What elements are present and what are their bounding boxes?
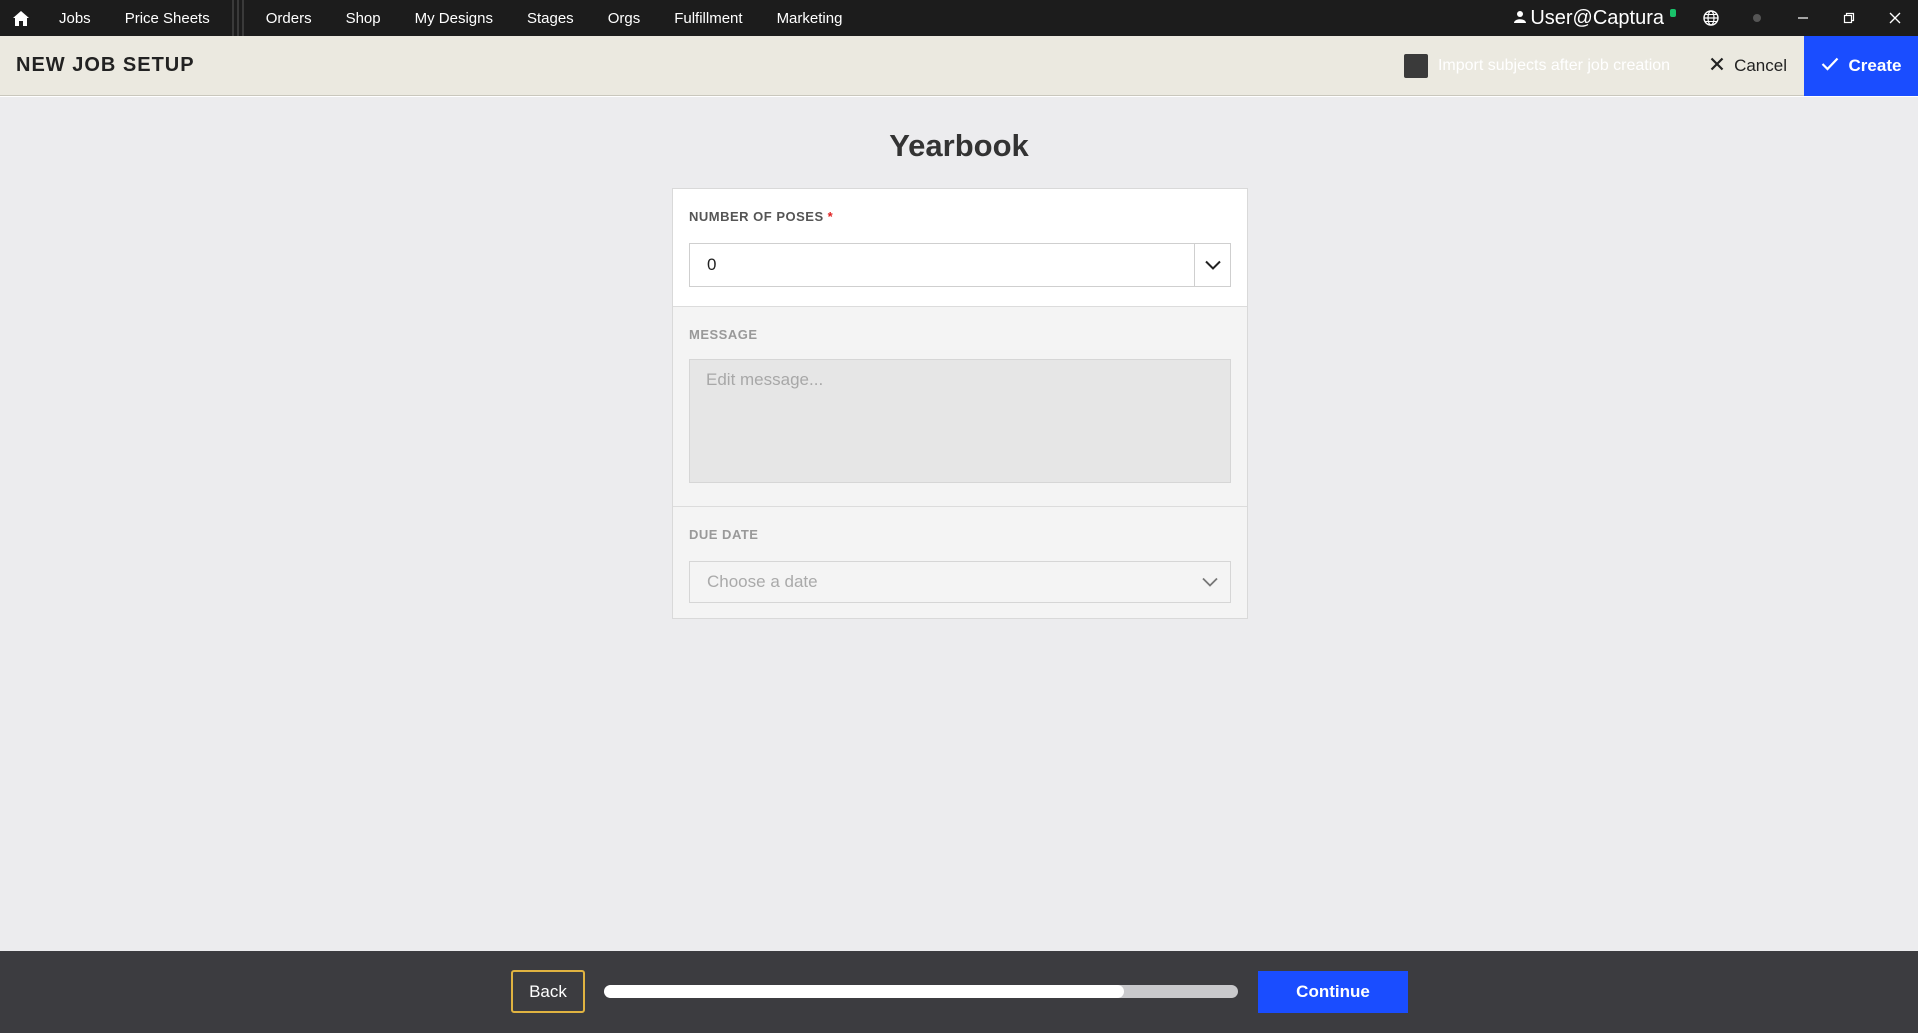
import-subjects-checkbox[interactable] bbox=[1403, 53, 1428, 78]
message-section: MESSAGE bbox=[673, 307, 1247, 507]
nav-stages[interactable]: Stages bbox=[510, 0, 591, 36]
nav-fulfillment[interactable]: Fulfillment bbox=[657, 0, 759, 36]
poses-section: NUMBER OF POSES * 0 bbox=[673, 189, 1247, 307]
nav-marketing[interactable]: Marketing bbox=[760, 0, 860, 36]
page-title: NEW JOB SETUP bbox=[16, 54, 195, 76]
poses-value: 0 bbox=[707, 255, 717, 274]
required-marker: * bbox=[827, 209, 834, 224]
user-menu[interactable]: User@Captura bbox=[1514, 7, 1688, 30]
user-name: User@Captura bbox=[1530, 6, 1664, 29]
check-icon bbox=[1821, 56, 1839, 76]
continue-button[interactable]: Continue bbox=[1258, 971, 1408, 1013]
minimize-icon[interactable] bbox=[1780, 0, 1826, 36]
close-window-icon[interactable] bbox=[1872, 0, 1918, 36]
setup-header: NEW JOB SETUP Import subjects after job … bbox=[0, 35, 1918, 96]
chevron-down-icon[interactable] bbox=[1194, 244, 1230, 286]
nav-orders[interactable]: Orders bbox=[249, 0, 329, 36]
status-indicator bbox=[1670, 9, 1676, 17]
create-button[interactable]: Create bbox=[1804, 35, 1918, 96]
poses-select[interactable]: 0 bbox=[689, 243, 1231, 287]
nav-shop[interactable]: Shop bbox=[329, 0, 398, 36]
due-date-label: DUE DATE bbox=[689, 527, 759, 542]
progress-bar bbox=[604, 985, 1238, 998]
section-heading: Yearbook bbox=[889, 128, 1029, 163]
chevron-down-icon[interactable] bbox=[1190, 577, 1230, 587]
close-icon bbox=[1710, 56, 1724, 76]
wizard-footer: Back Continue bbox=[0, 951, 1918, 1033]
progress-fill bbox=[604, 985, 1124, 998]
nav-divider bbox=[231, 0, 244, 36]
top-nav-bar: Jobs Price Sheets Orders Shop My Designs… bbox=[0, 0, 1918, 36]
due-date-placeholder: Choose a date bbox=[707, 572, 818, 591]
nav-price-sheets[interactable]: Price Sheets bbox=[108, 0, 227, 36]
cancel-button[interactable]: Cancel bbox=[1710, 56, 1787, 76]
nav-orgs[interactable]: Orgs bbox=[591, 0, 658, 36]
nav-my-designs[interactable]: My Designs bbox=[398, 0, 510, 36]
back-button[interactable]: Back bbox=[511, 970, 585, 1013]
connection-dot-icon bbox=[1734, 0, 1780, 36]
user-icon bbox=[1514, 7, 1527, 30]
poses-label: NUMBER OF POSES * bbox=[689, 209, 833, 224]
job-settings-card: NUMBER OF POSES* 0 MESSAGE DUE DATE Choo… bbox=[672, 188, 1248, 619]
globe-icon[interactable] bbox=[1688, 0, 1734, 36]
message-textarea[interactable] bbox=[689, 359, 1231, 483]
message-label: MESSAGE bbox=[689, 327, 758, 342]
import-subjects-label[interactable]: Import subjects after job creation bbox=[1438, 57, 1670, 75]
restore-icon[interactable] bbox=[1826, 0, 1872, 36]
due-date-picker[interactable]: Choose a date bbox=[689, 561, 1231, 603]
main-content: Yearbook NUMBER OF POSES* 0 MESSAGE DUE … bbox=[0, 97, 1918, 951]
create-label: Create bbox=[1848, 55, 1902, 75]
poses-label-text: NUMBER OF POSES bbox=[689, 209, 824, 224]
home-icon[interactable] bbox=[0, 0, 42, 36]
cancel-label: Cancel bbox=[1734, 55, 1787, 75]
due-date-section: DUE DATE Choose a date bbox=[673, 507, 1247, 618]
nav-jobs[interactable]: Jobs bbox=[42, 0, 108, 36]
